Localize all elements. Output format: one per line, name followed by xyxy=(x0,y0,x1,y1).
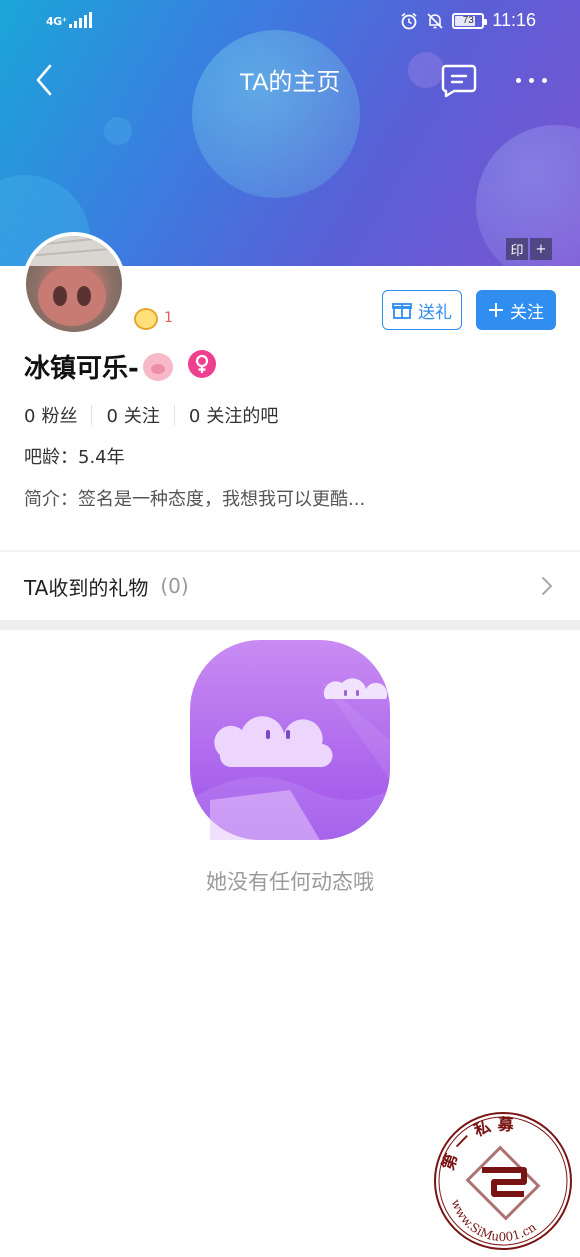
plus-tag: + xyxy=(530,238,552,260)
received-gifts-label: TA收到的礼物 xyxy=(24,575,149,600)
network-indicator: 4G⁺ xyxy=(46,12,92,28)
following-count: 0 xyxy=(106,406,118,427)
pig-emoji-icon xyxy=(142,352,173,381)
stat-followed-bars[interactable]: 0 关注的吧 xyxy=(189,402,278,428)
mute-bell-icon xyxy=(427,12,443,29)
avatar[interactable] xyxy=(22,232,126,336)
more-options-icon[interactable] xyxy=(516,70,550,90)
send-gift-label: 送礼 xyxy=(418,302,452,323)
level-badge-icon xyxy=(134,308,158,330)
chevron-right-icon xyxy=(542,577,552,595)
page-title: TA的主页 xyxy=(239,69,341,96)
battery-icon: 73 xyxy=(452,12,488,29)
follow-label: 关注 xyxy=(510,302,544,323)
decor-bubble xyxy=(104,117,132,145)
gift-icon xyxy=(392,303,412,319)
clock: 11:16 xyxy=(492,10,536,30)
decor-bubble xyxy=(192,30,360,198)
section-divider xyxy=(0,620,580,630)
message-icon[interactable] xyxy=(440,62,478,98)
stat-divider xyxy=(173,405,175,425)
empty-state-text: 她没有任何动态哦 xyxy=(206,870,374,894)
stamp-tag: 印 xyxy=(506,238,528,260)
female-gender-icon xyxy=(188,350,216,378)
profile-stats: 0 粉丝 0 关注 0 关注的吧 xyxy=(24,402,278,428)
alarm-icon xyxy=(401,12,417,29)
fans-count: 0 xyxy=(24,406,36,427)
battery-level: 73 xyxy=(462,15,474,26)
send-gift-button[interactable]: 送礼 xyxy=(382,290,462,330)
watermark-logo: 第 一 私 募 www.SiMu001.cn xyxy=(434,1112,572,1250)
network-label: 4G⁺ xyxy=(46,15,68,28)
account-age: 吧龄：5.4年 xyxy=(24,447,125,468)
empty-cloud-illustration xyxy=(190,640,390,840)
signal-icon xyxy=(69,12,92,28)
username-text: 冰镇可乐- xyxy=(24,354,139,384)
header-tag[interactable]: 印 + xyxy=(506,238,552,260)
received-gifts-row[interactable]: TA收到的礼物 (0) xyxy=(0,552,580,620)
bio-text: 简介：签名是一种态度，我想我可以更酷... xyxy=(24,489,366,510)
username: 冰镇可乐- xyxy=(24,348,173,385)
follow-button[interactable]: 关注 xyxy=(476,290,556,330)
followed-bars-count: 0 xyxy=(188,406,201,427)
stat-divider xyxy=(91,405,93,425)
profile-header: 4G⁺ 73 11:16 TA的主页 印 + xyxy=(0,0,580,266)
fans-label: 粉丝 xyxy=(41,406,78,427)
followed-bars-label: 关注的吧 xyxy=(206,406,279,427)
received-gifts-count: (0) xyxy=(160,574,189,598)
status-bar: 4G⁺ 73 11:16 xyxy=(0,8,580,36)
plus-icon xyxy=(489,303,503,317)
badge-count: 1 xyxy=(164,310,173,326)
stat-following[interactable]: 0 关注 xyxy=(106,402,159,428)
stat-fans[interactable]: 0 粉丝 xyxy=(24,402,77,428)
following-label: 关注 xyxy=(123,406,160,427)
avatar-image xyxy=(26,236,122,326)
